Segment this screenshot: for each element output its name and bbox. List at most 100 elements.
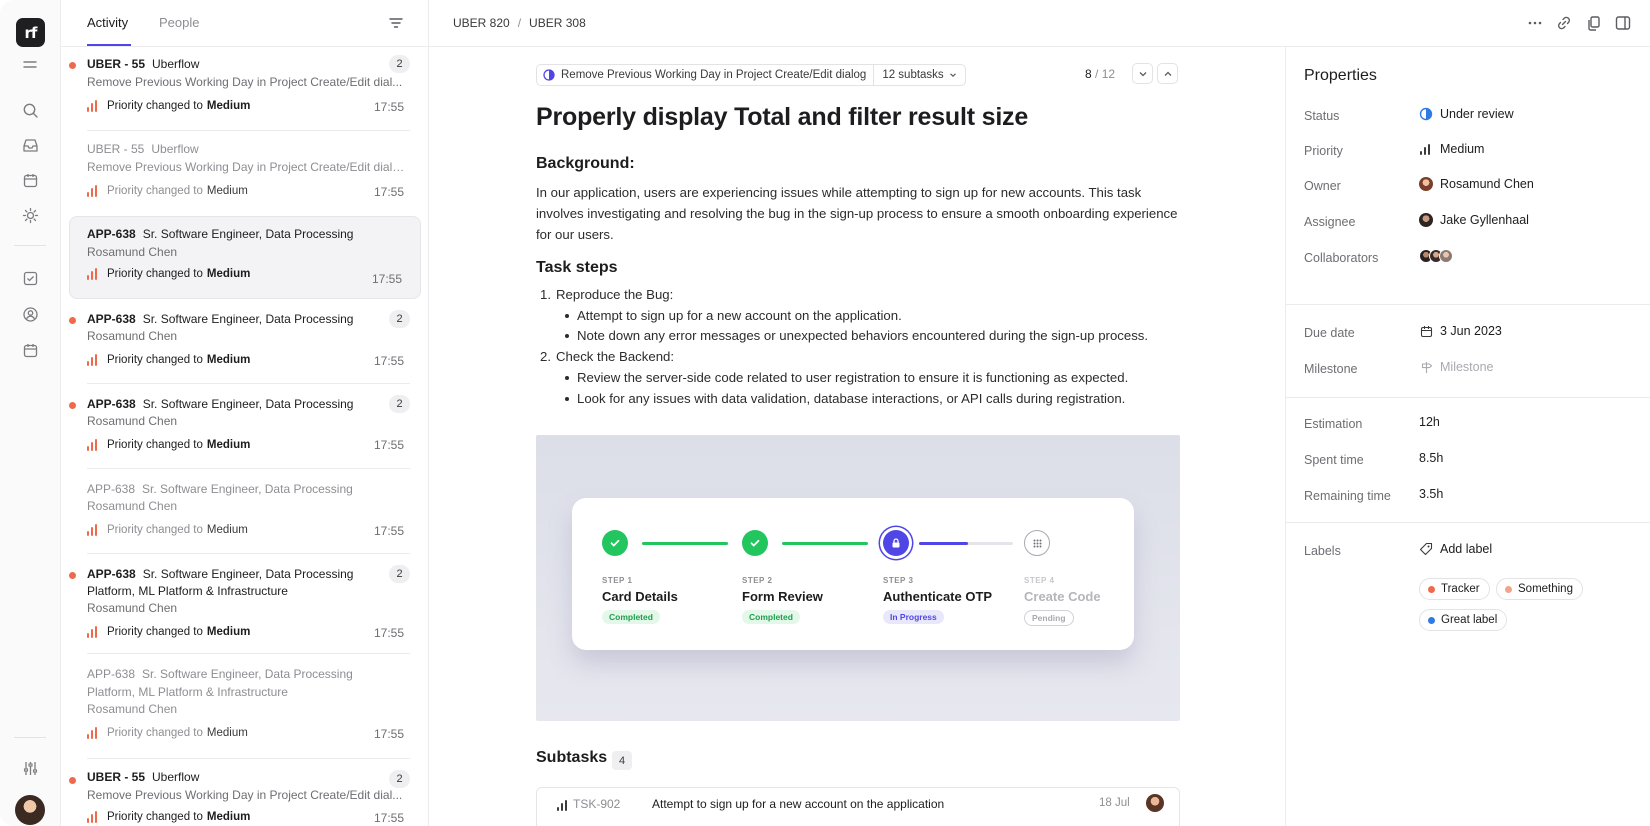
copy-icon[interactable] [1585, 14, 1603, 32]
label-chip[interactable]: Great label [1419, 609, 1508, 631]
link-icon[interactable] [1555, 14, 1573, 32]
subtasks-heading: Subtasks [536, 749, 608, 766]
label-chip[interactable]: Tracker [1419, 578, 1490, 600]
remaining-time-label: Remaining time [1304, 489, 1391, 503]
grid-icon [1024, 530, 1050, 556]
priority-change: Priority changed to Medium [87, 811, 250, 823]
activity-item[interactable]: APP-638 Sr. Software Engineer, Data Proce… [69, 310, 420, 384]
activity-item[interactable]: UBER - 55 Uberflow Remove Previous Workin… [69, 140, 420, 210]
item-time: 17:55 [374, 524, 405, 538]
priority-row[interactable]: Priority Medium [1304, 142, 1634, 162]
priority-change: Priority changed to Medium [87, 439, 250, 451]
estimation-row[interactable]: Estimation 12h [1304, 415, 1634, 435]
subtask-code: TSK-902 [573, 797, 621, 811]
sun-icon[interactable] [20, 205, 40, 225]
spent-time-value[interactable]: 8.5h [1419, 451, 1443, 465]
more-icon[interactable] [1526, 14, 1544, 32]
user-avatar[interactable] [15, 795, 45, 825]
task-title[interactable]: Properly display Total and filter result… [536, 103, 1028, 132]
status-value[interactable]: Under review [1419, 107, 1514, 121]
parent-task-pill[interactable]: Remove Previous Working Day in Project C… [536, 64, 966, 86]
embedded-stepper-image: STEP 1 Card Details Completed STEP 2 For… [536, 435, 1180, 721]
prev-task-button[interactable] [1157, 63, 1178, 84]
status-label: Status [1304, 109, 1340, 123]
label-chip[interactable]: Something [1496, 578, 1583, 600]
priority-icon [87, 268, 99, 280]
sidebar-toggle-icon[interactable] [1614, 14, 1632, 32]
item-code: APP-638 [87, 227, 136, 241]
chevron-down-icon [1139, 71, 1146, 76]
item-subtitle: Rosamund Chen [87, 414, 178, 428]
item-time: 17:55 [374, 727, 405, 741]
item-code: UBER - 55 [87, 142, 145, 156]
step-bullet: Attempt to sign up for a new account on … [536, 306, 1148, 327]
user-circle-icon[interactable] [20, 304, 40, 324]
assignee-label: Assignee [1304, 215, 1356, 229]
activity-item[interactable]: UBER - 55 Uberflow 2 Remove Previous Work… [69, 770, 420, 826]
parent-task-title: Remove Previous Working Day in Project C… [561, 69, 867, 81]
owner-row[interactable]: Owner Rosamund Chen [1304, 177, 1634, 197]
connector-complete [782, 542, 868, 545]
assignee-row[interactable]: Assignee Jake Gyllenhaal [1304, 213, 1634, 233]
activity-item[interactable]: APP-638 Sr. Software Engineer, Data Proce… [69, 565, 420, 654]
collaborators-avatars[interactable] [1419, 249, 1453, 263]
labels-row: Labels Add label [1304, 542, 1634, 562]
schedule-icon[interactable] [20, 340, 40, 360]
settings-sliders-icon[interactable] [20, 758, 40, 778]
inbox-icon[interactable] [20, 135, 40, 155]
priority-icon [87, 727, 99, 739]
status-half-circle-icon [1419, 107, 1433, 121]
remaining-time-value[interactable]: 3.5h [1419, 487, 1443, 501]
activity-item[interactable]: UBER - 55 Uberflow 2 Remove Previous Work… [69, 55, 420, 131]
item-time: 17:55 [374, 185, 405, 199]
checkbox-icon[interactable] [20, 268, 40, 288]
subtask-row[interactable]: TSK-902 Attempt to sign up for a new acc… [536, 787, 1180, 826]
add-label-button[interactable]: Add label [1419, 542, 1492, 556]
item-time: 17:55 [372, 272, 403, 286]
collaborator-avatar [1439, 249, 1453, 263]
subtask-date: 18 Jul [1099, 797, 1130, 809]
owner-value[interactable]: Rosamund Chen [1419, 177, 1534, 191]
milestone-label: Milestone [1304, 362, 1358, 376]
item-title: Uberflow [152, 57, 200, 71]
milestone-value[interactable]: Milestone [1419, 360, 1494, 374]
status-row[interactable]: Status Under review [1304, 107, 1634, 127]
subtasks-dropdown-label[interactable]: 12 subtasks [882, 69, 943, 81]
item-time: 17:55 [374, 811, 405, 825]
item-title: Sr. Software Engineer, Data Processing [142, 667, 353, 681]
priority-value[interactable]: Medium [1419, 142, 1484, 156]
menu-icon[interactable] [20, 55, 40, 75]
remaining-time-row[interactable]: Remaining time 3.5h [1304, 487, 1634, 507]
app-logo[interactable]: rf [16, 18, 45, 47]
unread-dot [69, 317, 76, 324]
item-divider [87, 383, 410, 384]
step-bullet: Look for any issues with data validation… [536, 389, 1148, 410]
activity-item-selected[interactable]: APP-638 Sr. Software Engineer, Data Proce… [69, 225, 420, 295]
item-subtitle: Rosamund Chen [87, 245, 178, 259]
count-badge: 2 [389, 55, 410, 73]
spent-time-row[interactable]: Spent time 8.5h [1304, 451, 1634, 471]
breadcrumb-second[interactable]: UBER 308 [529, 16, 586, 30]
chevron-down-icon [949, 71, 957, 79]
activity-item[interactable]: APP-638 Sr. Software Engineer, Data Proce… [69, 480, 420, 554]
collaborators-label: Collaborators [1304, 251, 1379, 265]
item-code: APP-638 [87, 567, 136, 581]
subtask-title: Attempt to sign up for a new account on … [652, 797, 945, 811]
icon-rail: rf [0, 0, 61, 826]
activity-item[interactable]: APP-638 Sr. Software Engineer, Data Proce… [69, 667, 420, 759]
due-date-row[interactable]: Due date 3 Jun 2023 [1304, 324, 1634, 344]
assignee-value[interactable]: Jake Gyllenhaal [1419, 213, 1529, 227]
search-icon[interactable] [20, 100, 40, 120]
item-subtitle: Platform, ML Platform & Infrastructure [87, 685, 288, 699]
calendar-icon[interactable] [20, 170, 40, 190]
due-date-value[interactable]: 3 Jun 2023 [1419, 324, 1502, 338]
lock-icon [883, 530, 909, 556]
next-task-button[interactable] [1132, 63, 1153, 84]
estimation-value[interactable]: 12h [1419, 415, 1440, 429]
activity-item[interactable]: APP-638 Sr. Software Engineer, Data Proce… [69, 395, 420, 469]
milestone-row[interactable]: Milestone Milestone [1304, 360, 1634, 380]
subtasks-count-badge: 4 [612, 751, 632, 770]
breadcrumb-first[interactable]: UBER 820 [453, 16, 510, 30]
collaborators-row[interactable]: Collaborators [1304, 249, 1634, 269]
item-subtitle: Remove Previous Working Day in Project C… [87, 160, 405, 174]
